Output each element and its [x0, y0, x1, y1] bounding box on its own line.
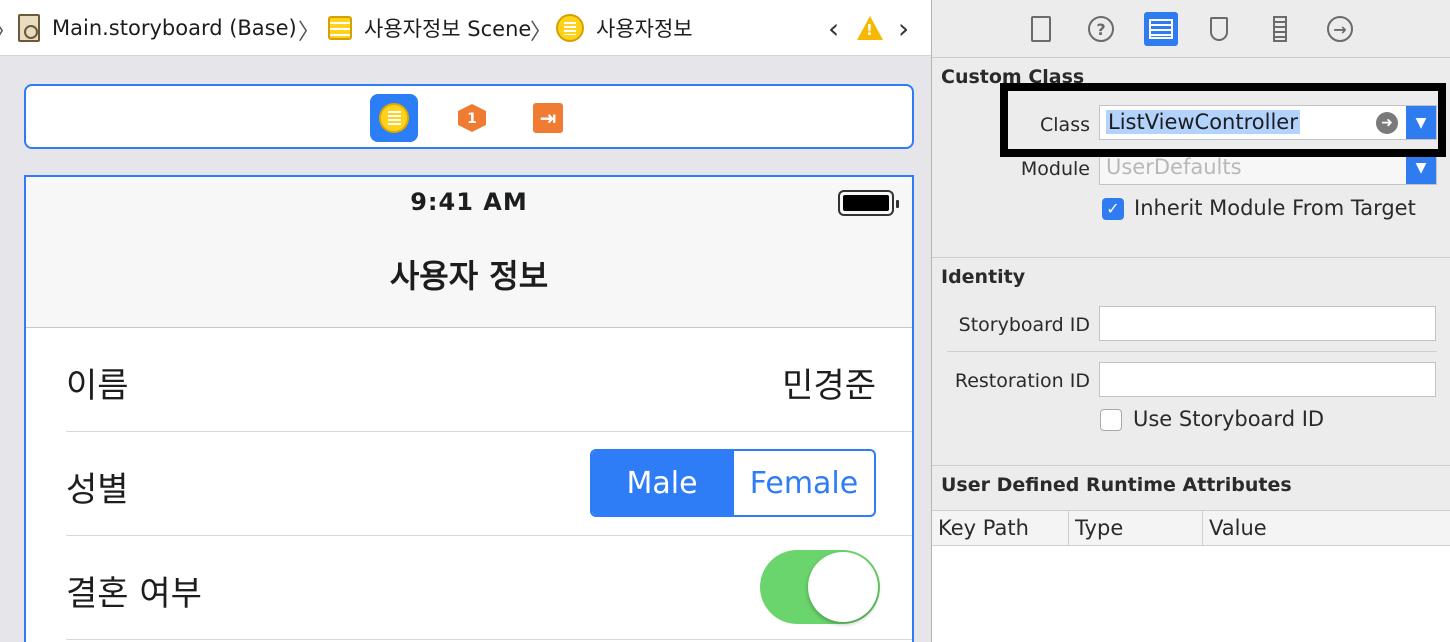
- jumpbar-storyboard-label: Main.storyboard (Base): [52, 16, 297, 40]
- view-controller-icon: [556, 14, 584, 42]
- exit-icon[interactable]: ⇥: [524, 94, 572, 142]
- warning-icon[interactable]: !: [857, 16, 883, 40]
- nav-title: 사용자 정보: [389, 257, 549, 295]
- jumpbar-controller-label: 사용자정보: [596, 17, 693, 41]
- table-row-married[interactable]: 결혼 여부: [66, 536, 912, 640]
- row-value: 민경준: [782, 366, 876, 406]
- module-placeholder: UserDefaults: [1106, 155, 1242, 179]
- chevron-right-icon: 〉: [530, 20, 553, 45]
- jump-bar: 〉 Main.storyboard (Base) 〉 사용자정보 Scene 〉…: [0, 0, 931, 56]
- chevron-right-icon: 〉: [0, 14, 16, 46]
- view-controller-frame[interactable]: 9:41 AM 사용자 정보 이름 민경준 성별 Male Female 결혼 …: [24, 175, 914, 642]
- chevron-right-icon: 〉: [298, 20, 321, 45]
- runtime-attributes-header: Key Path Type Value: [932, 510, 1450, 546]
- restoration-id-label: Restoration ID: [954, 370, 1090, 392]
- status-bar-time: 9:41 AM: [410, 188, 528, 216]
- identity-title: Identity: [941, 266, 1026, 288]
- col-value[interactable]: Value: [1202, 511, 1450, 545]
- first-responder-icon[interactable]: 1: [448, 94, 496, 142]
- inherit-module-checkbox[interactable]: ✓: [1102, 198, 1124, 220]
- section-divider: [932, 257, 1450, 258]
- col-key-path[interactable]: Key Path: [932, 511, 1066, 545]
- inspector-tabs: ? →: [932, 0, 1450, 58]
- field-divider: [947, 351, 1437, 352]
- navigation-bar[interactable]: 9:41 AM 사용자 정보: [26, 177, 912, 328]
- identity-inspector-icon[interactable]: [1144, 12, 1178, 46]
- gender-segmented-control[interactable]: Male Female: [590, 449, 876, 517]
- use-storyboard-id-label: Use Storyboard ID: [1133, 407, 1325, 431]
- connections-inspector-icon[interactable]: →: [1323, 12, 1357, 46]
- restoration-id-field[interactable]: [1099, 362, 1436, 397]
- row-label: 성별: [66, 470, 129, 510]
- jumpbar-scene[interactable]: 사용자정보 Scene: [328, 0, 531, 56]
- row-label: 이름: [66, 366, 129, 406]
- section-divider: [932, 465, 1450, 466]
- storyboard-id-field[interactable]: [1099, 306, 1436, 341]
- use-storyboard-id-checkbox[interactable]: [1100, 409, 1122, 431]
- module-label: Module: [1020, 158, 1090, 180]
- col-type[interactable]: Type: [1068, 511, 1202, 545]
- runtime-attributes-table[interactable]: [932, 546, 1450, 642]
- table-row-name[interactable]: 이름 민경준: [66, 328, 912, 432]
- storyboard-file-icon: [18, 14, 40, 42]
- view-controller-icon[interactable]: [370, 94, 418, 142]
- size-inspector-icon[interactable]: [1263, 12, 1297, 46]
- segment-male[interactable]: Male: [592, 451, 734, 515]
- file-inspector-icon[interactable]: [1024, 12, 1058, 46]
- battery-icon: [838, 190, 899, 216]
- forward-arrow-icon[interactable]: ›: [898, 12, 909, 45]
- attributes-inspector-icon[interactable]: [1202, 12, 1236, 46]
- jumpbar-scene-label: 사용자정보 Scene: [364, 17, 532, 41]
- highlight-box: [1000, 83, 1446, 157]
- switch-knob: [808, 552, 878, 622]
- table-row-gender[interactable]: 성별 Male Female: [66, 432, 912, 536]
- jumpbar-storyboard[interactable]: Main.storyboard (Base): [18, 0, 297, 56]
- row-label: 결혼 여부: [66, 574, 202, 614]
- storyboard-id-label: Storyboard ID: [958, 314, 1090, 336]
- back-arrow-icon[interactable]: ‹: [828, 12, 839, 45]
- inherit-module-label: Inherit Module From Target: [1134, 196, 1416, 220]
- runtime-attributes-title: User Defined Runtime Attributes: [941, 474, 1292, 496]
- scene-icon: [328, 16, 352, 40]
- segment-female[interactable]: Female: [734, 451, 874, 515]
- quick-help-icon[interactable]: ?: [1084, 12, 1118, 46]
- married-switch[interactable]: [760, 550, 880, 624]
- scene-dock: 1 ⇥: [24, 84, 914, 149]
- storyboard-canvas[interactable]: 〉 Main.storyboard (Base) 〉 사용자정보 Scene 〉…: [0, 0, 931, 642]
- jumpbar-controller[interactable]: 사용자정보: [556, 0, 693, 56]
